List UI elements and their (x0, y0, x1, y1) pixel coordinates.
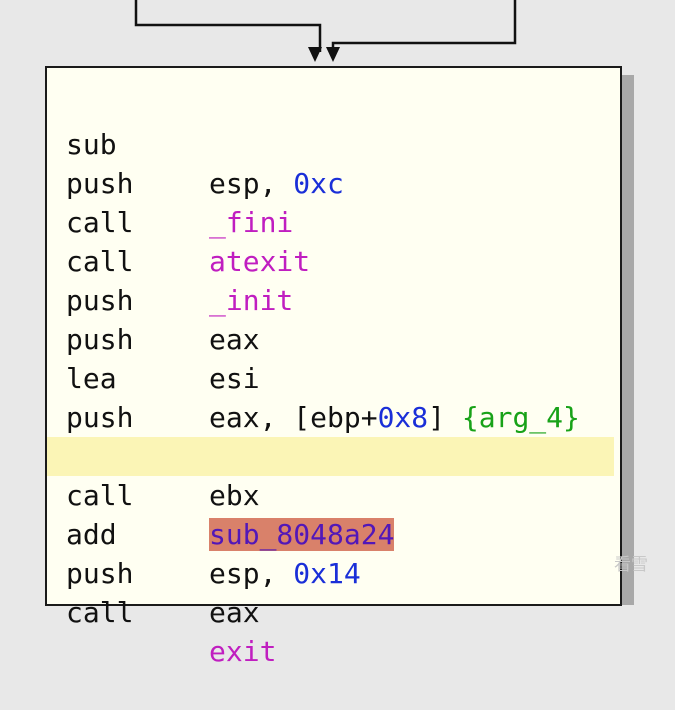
instruction-line[interactable]: push eax (47, 359, 620, 473)
instruction-line[interactable]: call atexit (47, 164, 620, 278)
mnemonic: call (66, 596, 134, 629)
instruction-line[interactable]: call exit (47, 554, 620, 668)
instruction-line[interactable]: push _fini (47, 125, 620, 239)
edge-line (331, 0, 517, 52)
operand-symbol[interactable]: exit (209, 635, 276, 668)
instruction-line[interactable]: push eax (47, 515, 620, 629)
instruction-line-current[interactable]: call sub_8048a24 (47, 437, 614, 551)
arrow-down-icon (326, 47, 340, 62)
arrow-down-icon (308, 47, 322, 62)
instruction-line[interactable]: lea eax, [ebp+0x8] {arg_4} (47, 320, 620, 434)
instruction-line[interactable]: sub esp, 0xc (47, 86, 620, 200)
instruction-line[interactable]: call _init (47, 203, 620, 317)
operands: eax (209, 593, 260, 632)
operand-register: eax (209, 596, 260, 629)
instruction-line[interactable]: add esp, 0x14 (47, 476, 620, 590)
edge-line (134, 0, 322, 52)
instruction-line[interactable]: push ebx (47, 398, 620, 512)
edge-connector (134, 0, 517, 62)
instruction-line[interactable]: push esi (47, 281, 620, 395)
basic-block-node[interactable]: sub esp, 0xc push _fini call atexit call… (45, 66, 622, 668)
instruction-line[interactable]: push eax (47, 242, 620, 356)
operands: exit (209, 632, 276, 671)
watermark-text: 看雪 (614, 555, 648, 575)
